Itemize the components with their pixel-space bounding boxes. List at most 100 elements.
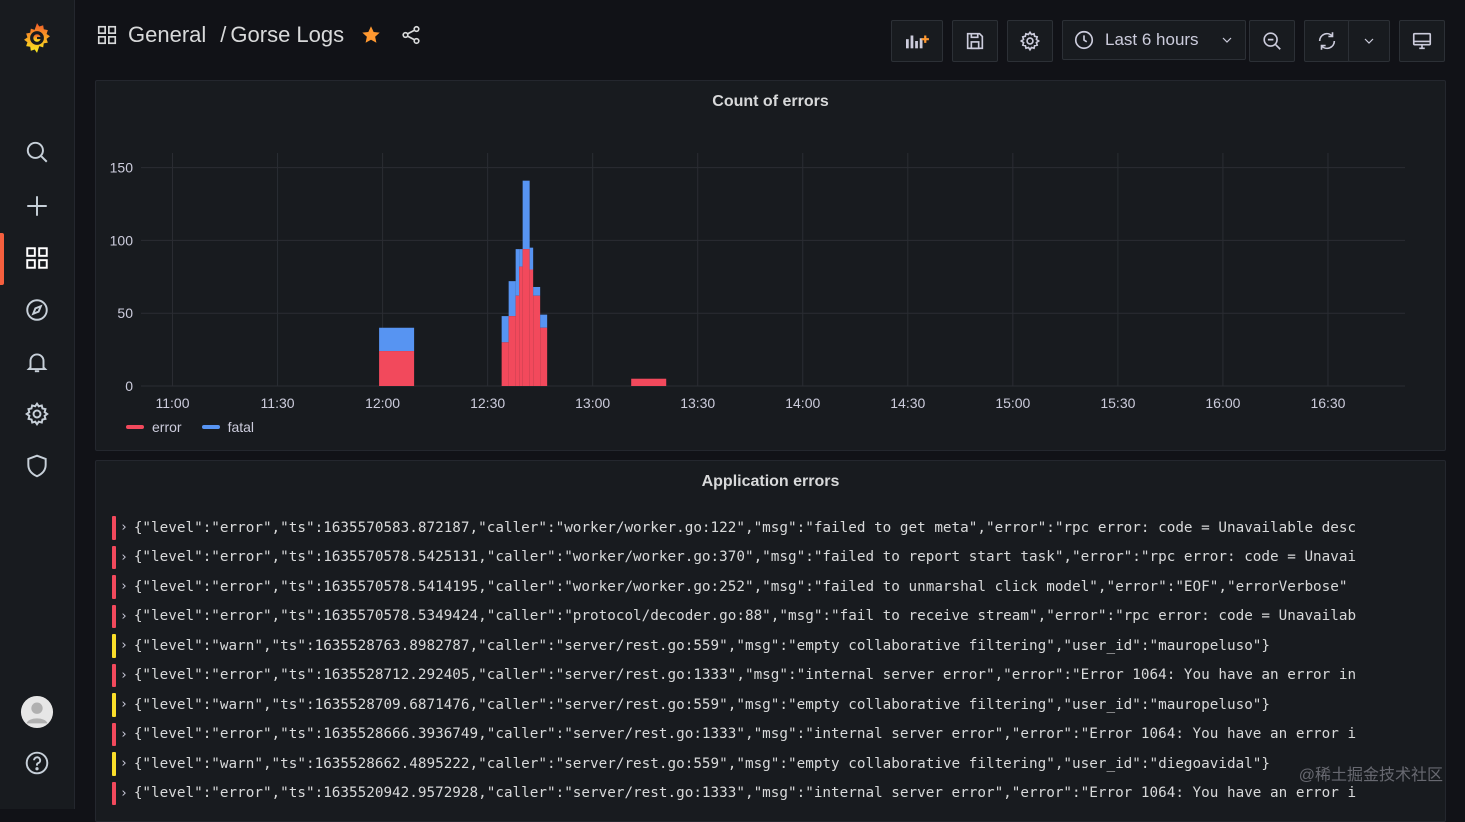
x-tick-label: 11:00 [156, 395, 190, 411]
plus-icon[interactable] [19, 188, 55, 224]
log-level-indicator [112, 752, 116, 776]
log-level-indicator [112, 722, 116, 746]
log-message: {"level":"error","ts":1635520942.9572928… [133, 785, 1357, 802]
bar-fatal [501, 316, 509, 343]
dashboards-icon[interactable] [19, 240, 55, 276]
panel-title[interactable]: Application errors [96, 473, 1445, 491]
search-icon[interactable] [19, 134, 55, 170]
save-icon [966, 32, 984, 50]
chevron-down-icon [1364, 38, 1374, 44]
log-row[interactable]: › {"level":"error","ts":1635528666.393674… [110, 720, 1437, 750]
y-tick-label: 50 [117, 305, 133, 321]
refresh-icon [1318, 32, 1336, 50]
zoom-out-button[interactable] [1249, 20, 1295, 62]
bar-error [379, 351, 415, 386]
log-message: {"level":"warn","ts":1635528763.8982787,… [133, 637, 1271, 654]
add-panel-button[interactable] [891, 20, 943, 62]
share-icon[interactable] [400, 24, 422, 46]
log-message: {"level":"error","ts":1635570578.5349424… [133, 608, 1357, 625]
legend-item-error[interactable]: error [126, 419, 182, 435]
log-row[interactable]: › {"level":"error","ts":1635528712.292405… [110, 661, 1437, 691]
breadcrumb: General / Gorse Logs [96, 22, 422, 48]
log-level-indicator [112, 516, 116, 540]
expand-chevron-icon[interactable]: › [120, 609, 128, 624]
log-message: {"level":"error","ts":1635528712.292405,… [133, 667, 1357, 684]
alerting-icon[interactable] [19, 344, 55, 380]
log-row[interactable]: › {"level":"error","ts":1635570578.534942… [110, 602, 1437, 632]
clock-icon [1074, 30, 1094, 50]
add-panel-icon [906, 35, 929, 49]
chart-legend: error fatal [126, 419, 254, 435]
help-icon[interactable] [19, 745, 55, 781]
dashboard-settings-button[interactable] [1007, 20, 1053, 62]
log-level-indicator [112, 693, 116, 717]
refresh-button[interactable] [1304, 20, 1350, 62]
settings-icon [1019, 30, 1041, 52]
shield-icon[interactable] [19, 448, 55, 484]
legend-label: fatal [227, 419, 255, 435]
breadcrumb-separator: / [220, 22, 227, 47]
legend-item-fatal[interactable]: fatal [201, 419, 255, 435]
x-tick-label: 14:00 [785, 395, 820, 411]
zoom-out-icon [1263, 32, 1281, 50]
errors-chart: 0 50 100 150 11:00 11:30 12:00 12:30 13:00 13:30 1… [110, 153, 1405, 411]
grafana-logo-icon[interactable] [19, 20, 55, 56]
log-message: {"level":"error","ts":1635570578.5425131… [133, 549, 1357, 566]
legend-label: error [152, 419, 182, 435]
log-row[interactable]: › {"level":"error","ts":1635570578.542513… [110, 543, 1437, 573]
star-icon[interactable] [360, 24, 382, 46]
x-tick-label: 11:30 [261, 395, 295, 411]
bar-fatal [540, 314, 548, 328]
expand-chevron-icon[interactable]: › [120, 786, 128, 801]
log-row[interactable]: › {"level":"error","ts":1635570583.872187… [110, 513, 1437, 543]
time-range-picker[interactable]: Last 6 hours [1062, 20, 1246, 60]
bar-error [515, 295, 520, 386]
settings-icon[interactable] [19, 396, 55, 432]
expand-chevron-icon[interactable]: › [120, 638, 128, 653]
log-row[interactable]: › {"level":"warn","ts":1635528763.8982787… [110, 631, 1437, 661]
bar-fatal [522, 180, 530, 250]
save-button[interactable] [952, 20, 998, 62]
bar-fatal [519, 249, 523, 267]
dashboard-title[interactable]: Gorse Logs [230, 22, 344, 48]
bar-fatal [529, 247, 534, 270]
bar-fatal [533, 286, 541, 296]
legend-swatch [201, 425, 220, 429]
sidebar [0, 0, 75, 809]
log-row[interactable]: › {"level":"warn","ts":1635528709.6871476… [110, 690, 1437, 720]
expand-chevron-icon[interactable]: › [120, 579, 128, 594]
bar-error [501, 342, 509, 386]
bar-fatal [379, 327, 415, 352]
log-message: {"level":"error","ts":1635528666.3936749… [133, 726, 1357, 743]
expand-chevron-icon[interactable]: › [120, 727, 128, 742]
expand-chevron-icon[interactable]: › [120, 668, 128, 683]
log-message: {"level":"warn","ts":1635528709.6871476,… [133, 696, 1271, 713]
errors-chart-panel: Count of errors 0 50 100 150 11:00 11:30 12:00… [95, 80, 1446, 451]
log-row[interactable]: › {"level":"error","ts":1635570578.541419… [110, 572, 1437, 602]
expand-chevron-icon[interactable]: › [120, 550, 128, 565]
x-tick-label: 15:30 [1100, 395, 1135, 411]
expand-chevron-icon[interactable]: › [120, 697, 128, 712]
log-level-indicator [112, 634, 116, 658]
expand-chevron-icon[interactable]: › [120, 756, 128, 771]
x-tick-label: 12:30 [470, 395, 505, 411]
log-row[interactable]: › {"level":"warn","ts":1635528662.4895222… [110, 749, 1437, 779]
breadcrumb-folder[interactable]: General [128, 22, 206, 48]
time-range-label: Last 6 hours [1105, 30, 1199, 49]
tv-icon [1412, 32, 1432, 50]
bar-error [529, 269, 534, 386]
watermark: @稀土掘金技术社区 [1298, 767, 1443, 784]
avatar[interactable] [19, 694, 55, 730]
expand-chevron-icon[interactable]: › [120, 520, 128, 535]
x-tick-label: 13:00 [575, 395, 610, 411]
log-list: › {"level":"error","ts":1635570583.872187… [110, 513, 1437, 821]
refresh-interval-dropdown[interactable] [1348, 20, 1390, 62]
x-tick-label: 16:00 [1205, 395, 1240, 411]
bar-error [540, 327, 548, 386]
log-message: {"level":"error","ts":1635570583.872187,… [133, 519, 1357, 536]
explore-icon[interactable] [19, 292, 55, 328]
chevron-down-icon [1222, 37, 1232, 43]
active-indicator [0, 233, 4, 285]
tv-mode-button[interactable] [1399, 20, 1445, 62]
log-row[interactable]: › {"level":"error","ts":1635520942.957292… [110, 779, 1437, 809]
